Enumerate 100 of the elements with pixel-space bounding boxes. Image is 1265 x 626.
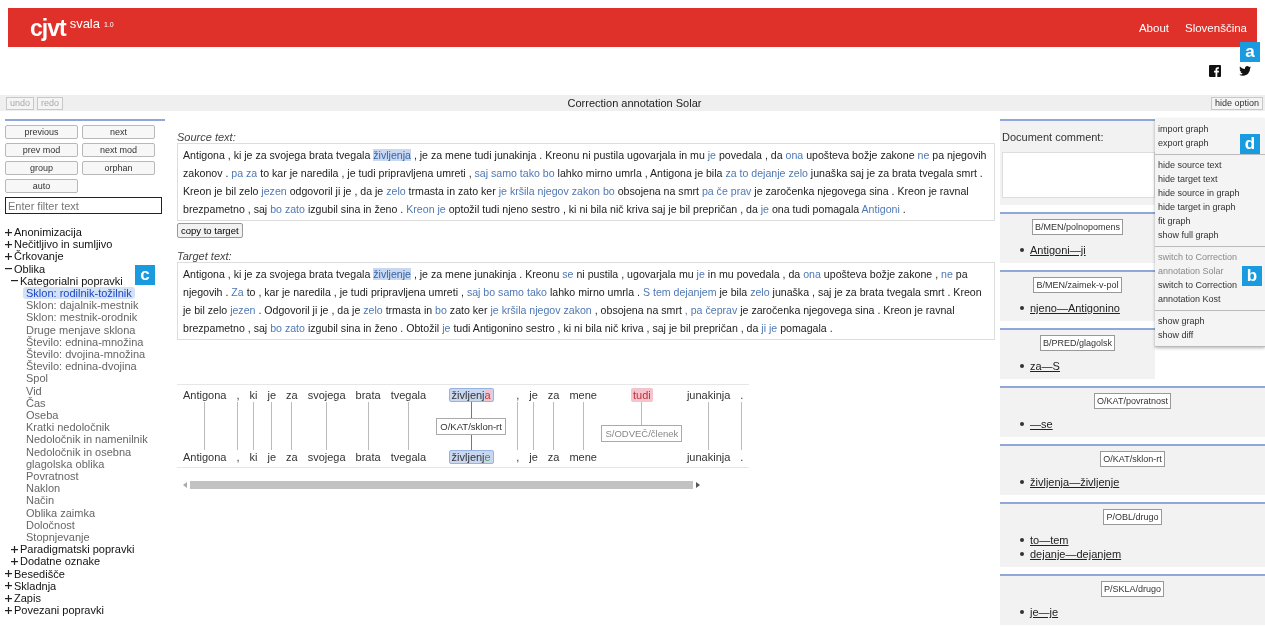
- graph-token[interactable]: ,: [234, 388, 242, 402]
- correction-link[interactable]: to—tem: [1020, 533, 1069, 547]
- text-area[interactable]: Antigona , ki je za svojega brata tvegala življenja , je za mene tudi junakinja . Kreonu ni pustila ugovarjala in mu je povedala , da ona upošteva božje zakone ne pa njegovih zakonov . pa za to kar je naredila , je tudi pripravljena umreti , saj samo tako bo lahko mirno umrla , Antigona je bila za to dejanje zelo junaška saj je za brata tvegala smrt . Kreon je bil zelo jezen odgovoril ji je , da je zelo trmasta in zato ker je kršila njegov zakon bo obsojena na smrt pa če prav je zaročenka njegovega sina . Kreon je ravnal brezpametno , saj bo zato izgubil sina in ženo . Kreon je optožil tudi njeno sestro , ki ni bila nič kriva saj je bil prepričan , da je ona tudi pomagala Antigoni .: [177, 143, 995, 221]
- menu-item[interactable]: show graph: [1158, 314, 1205, 328]
- graph-token[interactable]: svojega: [305, 450, 348, 464]
- graph-token[interactable]: za: [284, 388, 300, 402]
- hide-options-button[interactable]: hide option: [1210, 96, 1263, 110]
- nav-button[interactable]: orphan: [82, 161, 155, 175]
- graph-token[interactable]: .: [738, 450, 746, 464]
- plus-icon[interactable]: [5, 582, 12, 590]
- tree-item[interactable]: Kratki nedoločnik: [17, 421, 110, 434]
- tree-item[interactable]: Skladnja: [5, 579, 57, 593]
- correction-link[interactable]: dejanje—dejanjem: [1020, 547, 1122, 561]
- tree-item[interactable]: Število: ednina-dvojina: [17, 360, 137, 373]
- menu-item[interactable]: switch to Correction annotation Kost: [1158, 278, 1242, 306]
- menu-item[interactable]: hide target text: [1158, 172, 1218, 186]
- nav-button[interactable]: auto: [5, 179, 78, 193]
- graph-token[interactable]: za: [284, 450, 300, 464]
- graph-token[interactable]: je: [265, 450, 278, 464]
- menu-item[interactable]: hide target in graph: [1158, 200, 1236, 214]
- graph-token[interactable]: junakinja: [684, 388, 733, 402]
- tree-item[interactable]: Sklon: dajalnik-mestnik: [17, 299, 139, 312]
- graph-token[interactable]: Antigona: [181, 388, 229, 402]
- nav-button[interactable]: next: [82, 125, 155, 139]
- graph-token[interactable]: ki: [247, 450, 260, 464]
- tree-item[interactable]: Oblika: [5, 262, 46, 275]
- edge-label[interactable]: O/KAT/sklon-rt: [436, 417, 506, 435]
- correction-link[interactable]: je—je: [1020, 605, 1059, 619]
- tree-item[interactable]: Vid: [17, 384, 42, 397]
- graph-token[interactable]: življenje: [448, 450, 494, 464]
- graph-token[interactable]: Antigona: [181, 450, 229, 464]
- plus-icon[interactable]: [5, 228, 12, 236]
- graph-token[interactable]: tvegala: [388, 388, 429, 402]
- graph-token[interactable]: ,: [234, 450, 242, 464]
- menu-item[interactable]: hide source in graph: [1158, 186, 1240, 200]
- tree-item[interactable]: Nedoločnik in namenilnik: [17, 433, 148, 446]
- tree-item[interactable]: Druge menjave sklona: [17, 323, 136, 336]
- tree-item[interactable]: Povratnost: [17, 470, 79, 483]
- graph-token[interactable]: brata: [353, 388, 383, 402]
- menu-item[interactable]: export graph: [1158, 136, 1209, 150]
- graph-token[interactable]: je: [265, 388, 278, 402]
- tree-item[interactable]: Črkovanje: [5, 250, 64, 263]
- graph-token[interactable]: ,: [514, 450, 522, 464]
- plus-icon[interactable]: [5, 606, 12, 614]
- edge-label[interactable]: S/ODVEČ/členek: [601, 424, 683, 442]
- correction-link[interactable]: —se: [1020, 417, 1053, 431]
- graph-token[interactable]: .: [738, 388, 746, 402]
- tree-item[interactable]: Sklon: rodilnik-tožilnik: [23, 287, 135, 300]
- graph-token[interactable]: svojega: [305, 388, 348, 402]
- tree-item[interactable]: Oseba: [17, 409, 59, 422]
- tree-item[interactable]: Čas: [17, 396, 46, 410]
- plus-icon[interactable]: [5, 253, 12, 260]
- graph-token[interactable]: mene: [567, 450, 599, 464]
- graph-token[interactable]: junakinja: [684, 450, 733, 464]
- tree-item[interactable]: Zapis: [5, 592, 41, 605]
- menu-item[interactable]: fit graph: [1158, 214, 1191, 228]
- tree-item[interactable]: Naklon: [17, 482, 61, 495]
- nav-button[interactable]: prev mod: [5, 143, 78, 157]
- correction-link[interactable]: za—S: [1020, 359, 1060, 373]
- menu-item[interactable]: show full graph: [1158, 228, 1219, 242]
- copy-button[interactable]: copy to target: [177, 223, 243, 238]
- graph-token[interactable]: mene: [567, 388, 599, 402]
- text-area[interactable]: Antigona , ki je za svojega brata tvegala življenje , je za mene junakinja . Kreonu se ni pustila , ugovarjala mu je in mu povedala , da ona upošteva božje zakone , ne pa njegovih . Za to , kar je naredila , je tudi pripravljena umreti , saj bo samo tako lahko mirno umrla . S tem dejanjem je bila zelo junaška , saj je za brata tvegala smrt . Kreon je bil zelo jezen . Odgovoril ji je , da je zelo trmasta in bo zato ker je kršila njegov zakon , obsojena na smrt , pa čeprav je zaročenka njegovega sina . Kreon je ravnal brezpametno , saj bo zato izgubil sina in ženo . Obtožil je tudi Antigonino sestro , ki ni bila nič kriva , saj je bil prepričan , da ji je pomagala .: [177, 262, 995, 340]
- filter-field[interactable]: Enter filter text: [5, 197, 162, 214]
- plus-icon[interactable]: [11, 558, 18, 566]
- tree-item[interactable]: Nedoločnik in osebna glagolska oblika: [17, 445, 165, 471]
- graph-token[interactable]: za: [545, 450, 562, 464]
- graph-token[interactable]: ,: [514, 388, 522, 402]
- graph-token[interactable]: ki: [247, 388, 260, 402]
- graph-token[interactable]: za: [545, 388, 562, 402]
- plus-icon[interactable]: [11, 545, 18, 553]
- nav-link[interactable]: About: [1138, 21, 1169, 34]
- tree-item[interactable]: Spol: [17, 372, 49, 385]
- graph-token[interactable]: življenja: [448, 388, 494, 402]
- menu-item[interactable]: show diff: [1158, 328, 1194, 342]
- nav-button[interactable]: next mod: [82, 143, 155, 157]
- correction-link[interactable]: njeno—Antigonino: [1020, 301, 1120, 315]
- graph-token[interactable]: tvegala: [388, 450, 429, 464]
- facebook-icon[interactable]: [1209, 65, 1221, 77]
- graph-token[interactable]: tudi: [631, 388, 653, 402]
- tree-item[interactable]: Stopnjevanje: [17, 531, 90, 544]
- tree-item[interactable]: Število: ednina-množina: [17, 335, 144, 349]
- plus-icon[interactable]: [5, 240, 12, 248]
- tree-item[interactable]: Način: [17, 494, 55, 507]
- nav-button[interactable]: group: [5, 161, 78, 175]
- graph-token[interactable]: brata: [353, 450, 383, 464]
- graph-token[interactable]: je: [527, 450, 540, 464]
- nav-button[interactable]: previous: [5, 125, 78, 139]
- tree-item[interactable]: Oblika zaimka: [17, 506, 96, 519]
- graph-token[interactable]: je: [527, 388, 540, 402]
- nav-link[interactable]: Slovenščina: [1185, 21, 1247, 34]
- comment-field[interactable]: [1002, 152, 1155, 198]
- correction-link[interactable]: življenja—življenje: [1020, 475, 1120, 489]
- plus-icon[interactable]: [5, 594, 12, 602]
- correction-link[interactable]: Antigoni—ji: [1020, 243, 1086, 257]
- menu-item[interactable]: hide source text: [1158, 158, 1222, 172]
- tree-item[interactable]: Sklon: mestnik-orodnik: [17, 311, 138, 324]
- tree-item[interactable]: Število: dvojina-množina: [17, 348, 146, 361]
- plus-icon[interactable]: [5, 570, 12, 578]
- twitter-icon[interactable]: [1239, 65, 1251, 77]
